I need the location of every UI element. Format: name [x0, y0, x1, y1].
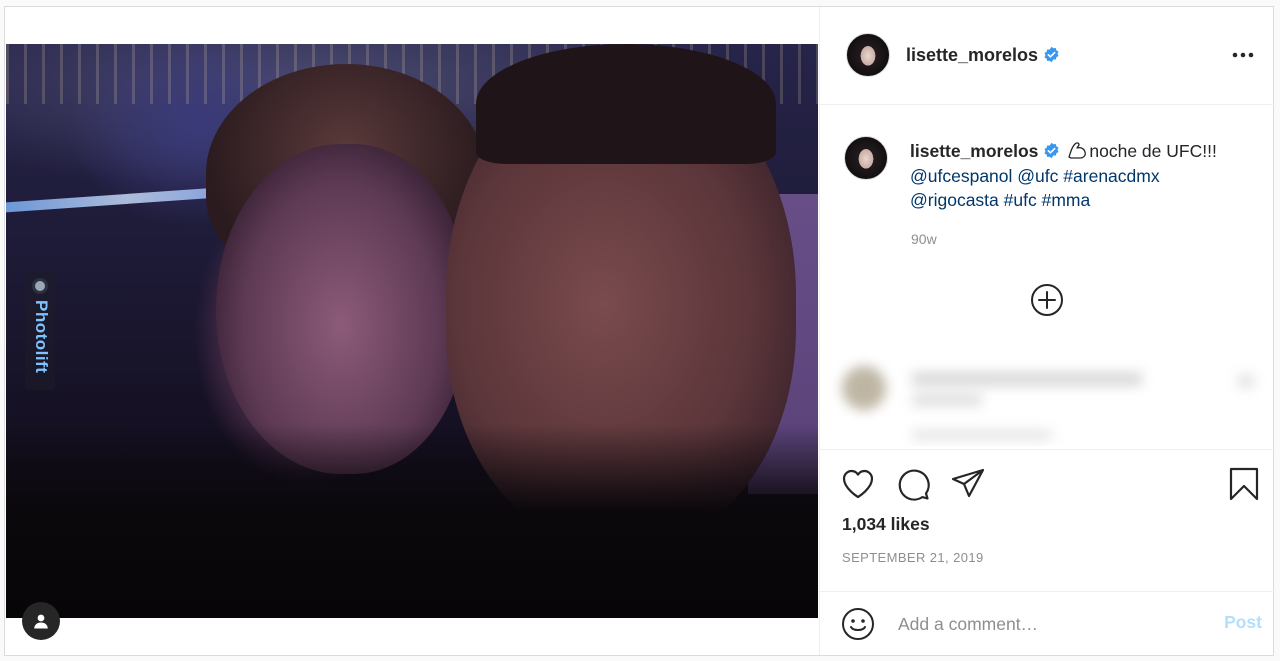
watermark-text: Photolift: [32, 300, 51, 374]
mention-ufcespanol[interactable]: @ufcespanol: [910, 166, 1012, 186]
comment-bubble-icon: [898, 469, 930, 501]
mention-ufc[interactable]: @ufc: [1017, 166, 1058, 186]
caption-time-ago[interactable]: 90w: [911, 231, 937, 247]
save-button[interactable]: [1226, 466, 1262, 502]
comment-button[interactable]: [895, 466, 931, 502]
post-date[interactable]: SEPTEMBER 21, 2019: [842, 550, 984, 565]
post-comment-button[interactable]: Post: [1224, 612, 1262, 633]
author-username[interactable]: lisette_morelos: [906, 45, 1060, 66]
add-comment-bar: Post: [820, 591, 1274, 655]
flexed-biceps-icon: [1068, 142, 1087, 159]
photo-shadow: [6, 424, 818, 618]
hashtag-ufc[interactable]: #ufc: [1004, 190, 1037, 210]
smiley-icon: [842, 608, 874, 640]
likes-count[interactable]: 1,034 likes: [842, 514, 930, 535]
post-header: lisette_morelos: [820, 7, 1274, 105]
blurred-text: [912, 430, 1052, 440]
man-hair: [476, 44, 776, 164]
blurred-comment: [832, 356, 1262, 446]
blurred-avatar: [842, 366, 886, 410]
load-more-comments-button[interactable]: [1030, 283, 1064, 317]
comment-input[interactable]: [898, 608, 1198, 640]
verified-badge-icon: [1044, 142, 1059, 159]
emoji-button[interactable]: [840, 606, 876, 642]
post-caption: lisette_morelos noche de UFC!!! @ufcespan…: [910, 139, 1250, 213]
caption-avatar[interactable]: [844, 136, 888, 180]
post-photo[interactable]: Photolift: [6, 44, 818, 618]
post-card: Photolift lisette_morelos lisette_morelo…: [4, 6, 1274, 656]
caption-username[interactable]: lisette_morelos: [910, 141, 1038, 161]
more-horizontal-icon: [1232, 52, 1254, 58]
photolift-watermark: Photolift: [25, 272, 55, 390]
post-side-panel: lisette_morelos lisette_morelosnoche de …: [819, 7, 1274, 655]
share-button[interactable]: [950, 466, 986, 502]
photolift-logo-icon: [32, 278, 48, 294]
post-actions: 1,034 likes SEPTEMBER 21, 2019: [820, 449, 1274, 599]
blurred-text: [912, 372, 1142, 386]
author-avatar[interactable]: [846, 33, 890, 77]
bookmark-icon: [1229, 467, 1259, 501]
verified-badge-icon: [1044, 46, 1059, 63]
user-tag-icon[interactable]: [22, 602, 60, 640]
caption-text: noche de UFC!!!: [1089, 141, 1217, 161]
hashtag-arenacdmx[interactable]: #arenacdmx: [1063, 166, 1159, 186]
hashtag-mma[interactable]: #mma: [1042, 190, 1091, 210]
plus-circle-icon: [1031, 284, 1063, 316]
heart-icon: [842, 469, 874, 499]
post-media: Photolift: [5, 7, 819, 655]
blurred-heart-icon: [1238, 374, 1254, 388]
like-button[interactable]: [840, 466, 876, 502]
paper-plane-icon: [951, 468, 985, 498]
comments-section: lisette_morelos noche de UFC!!! @ufcespan…: [820, 106, 1274, 446]
blurred-text: [912, 394, 982, 406]
mention-rigocasta[interactable]: @rigocasta: [910, 190, 999, 210]
author-username-text[interactable]: lisette_morelos: [906, 45, 1038, 65]
more-options-button[interactable]: [1228, 43, 1258, 67]
